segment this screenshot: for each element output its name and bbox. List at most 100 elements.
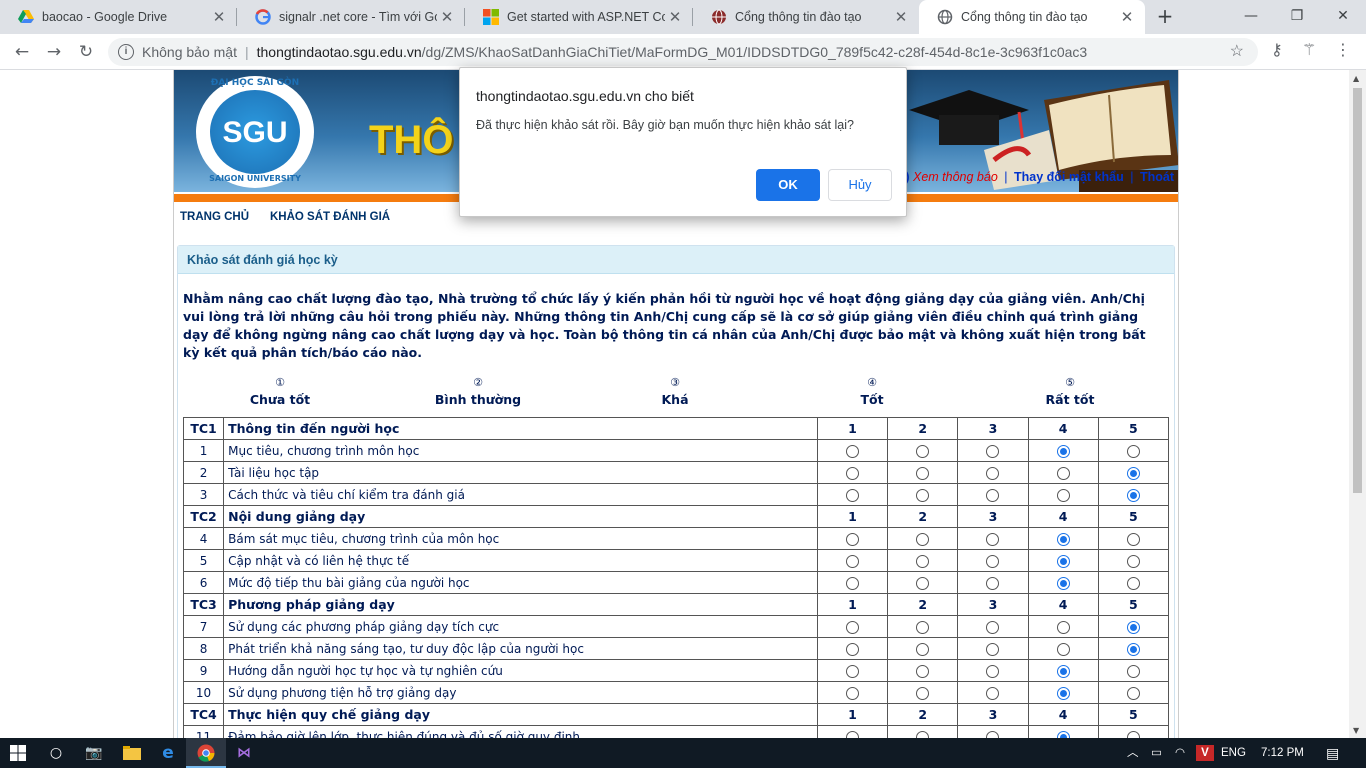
menu-item-survey[interactable]: KHẢO SÁT ĐÁNH GIÁ [270, 211, 390, 223]
windows-start-icon[interactable] [0, 738, 36, 768]
extension-icon[interactable]: ⚚ [1302, 40, 1316, 59]
rating-radio-2[interactable] [916, 466, 930, 480]
rating-radio-2[interactable] [916, 576, 930, 590]
rating-radio-3[interactable] [986, 576, 1000, 590]
chevron-up-icon[interactable]: ︿ [1127, 738, 1139, 768]
close-tab-icon[interactable]: ✕ [209, 8, 229, 26]
menu-dots-icon[interactable]: ⋮ [1335, 40, 1351, 59]
rating-radio-1[interactable] [846, 642, 859, 656]
key-icon[interactable]: ⚷ [1271, 40, 1283, 59]
rating-radio-3[interactable] [986, 444, 1000, 458]
back-arrow-icon[interactable]: ← [8, 38, 36, 66]
cancel-button[interactable]: Hủy [828, 169, 892, 201]
rating-radio-5[interactable] [1126, 664, 1140, 678]
wifi-icon[interactable]: ◠ [1175, 738, 1185, 768]
rating-radio-4[interactable] [1056, 686, 1070, 700]
url-host[interactable]: thongtindaotao.sgu.edu.vn [257, 44, 422, 60]
tab-sgu-portal-active[interactable]: Cổng thông tin đào tạo ✕ [919, 0, 1145, 34]
close-tab-icon[interactable]: ✕ [1117, 8, 1137, 26]
rating-radio-5[interactable] [1126, 466, 1140, 480]
chrome-icon[interactable] [186, 738, 226, 768]
tab-google-search[interactable]: signalr .net core - Tìm với Goo ✕ [237, 0, 465, 34]
new-tab-button[interactable]: + [1153, 5, 1177, 29]
rating-radio-2[interactable] [916, 664, 930, 678]
rating-radio-2[interactable] [916, 620, 930, 634]
rating-radio-2[interactable] [916, 444, 930, 458]
address-bar[interactable]: i Không bảo mật | thongtindaotao.sgu.edu… [108, 38, 1258, 66]
rating-radio-4[interactable] [1056, 554, 1070, 568]
rating-radio-4[interactable] [1056, 466, 1070, 480]
scroll-up-icon[interactable]: ▲ [1353, 74, 1359, 83]
rating-radio-3[interactable] [986, 554, 1000, 568]
language-indicator[interactable]: ENG [1221, 738, 1246, 768]
scrollbar-thumb[interactable] [1353, 88, 1362, 493]
rating-radio-2[interactable] [916, 642, 930, 656]
battery-icon[interactable]: ▭ [1151, 738, 1162, 768]
rating-radio-4[interactable] [1056, 620, 1070, 634]
info-icon[interactable]: i [118, 44, 134, 60]
rating-radio-5[interactable] [1126, 620, 1140, 634]
close-tab-icon[interactable]: ✕ [665, 8, 685, 26]
rating-radio-4[interactable] [1056, 488, 1070, 502]
page-scrollbar[interactable]: ▲ ▼ [1349, 70, 1366, 738]
rating-radio-1[interactable] [846, 730, 859, 738]
rating-radio-5[interactable] [1126, 488, 1140, 502]
action-center-icon[interactable]: ▤ [1326, 738, 1339, 768]
rating-radio-3[interactable] [986, 686, 1000, 700]
visual-studio-icon[interactable]: ⋈ [224, 738, 264, 768]
restore-icon[interactable]: ❐ [1282, 4, 1312, 28]
minimize-icon[interactable]: — [1236, 4, 1266, 28]
rating-radio-4[interactable] [1056, 576, 1070, 590]
rating-radio-1[interactable] [846, 664, 859, 678]
security-label[interactable]: Không bảo mật [142, 44, 237, 60]
search-circle-icon[interactable]: ○ [36, 738, 76, 768]
rating-radio-5[interactable] [1126, 576, 1140, 590]
reload-icon[interactable]: ↻ [72, 38, 100, 66]
view-notifications-link[interactable]: Xem thông báo [913, 170, 998, 184]
rating-radio-5[interactable] [1126, 444, 1140, 458]
rating-radio-1[interactable] [846, 576, 859, 590]
rating-radio-1[interactable] [846, 532, 859, 546]
clock[interactable]: 7:12 PM [1261, 738, 1304, 768]
rating-radio-2[interactable] [916, 730, 930, 738]
rating-radio-3[interactable] [986, 642, 1000, 656]
rating-radio-3[interactable] [986, 466, 1000, 480]
vietkey-icon[interactable]: V [1196, 745, 1214, 761]
scroll-down-icon[interactable]: ▼ [1353, 726, 1359, 735]
change-password-link[interactable]: Thay đổi mật khẩu [1014, 170, 1124, 184]
rating-radio-2[interactable] [916, 554, 930, 568]
edge-icon[interactable]: e [148, 738, 188, 768]
sgu-logo[interactable]: ĐẠI HỌC SÀI GÒN SGU SAIGON UNIVERSITY [196, 76, 314, 188]
rating-radio-5[interactable] [1126, 642, 1140, 656]
close-tab-icon[interactable]: ✕ [437, 8, 457, 26]
rating-radio-2[interactable] [916, 686, 930, 700]
rating-radio-4[interactable] [1056, 444, 1070, 458]
file-explorer-icon[interactable] [112, 738, 152, 768]
ok-button[interactable]: OK [756, 169, 820, 201]
camera-app-icon[interactable]: 📷 [74, 738, 114, 768]
rating-radio-2[interactable] [916, 532, 930, 546]
rating-radio-3[interactable] [986, 730, 1000, 738]
rating-radio-4[interactable] [1056, 642, 1070, 656]
rating-radio-3[interactable] [986, 664, 1000, 678]
tab-aspnet-docs[interactable]: Get started with ASP.NET Core ✕ [465, 0, 693, 34]
rating-radio-5[interactable] [1126, 554, 1140, 568]
rating-radio-1[interactable] [846, 488, 859, 502]
rating-radio-2[interactable] [916, 488, 930, 502]
rating-radio-1[interactable] [846, 620, 859, 634]
rating-radio-1[interactable] [846, 686, 859, 700]
rating-radio-5[interactable] [1126, 730, 1140, 738]
close-window-icon[interactable]: ✕ [1328, 4, 1358, 28]
rating-radio-3[interactable] [986, 532, 1000, 546]
close-tab-icon[interactable]: ✕ [891, 8, 911, 26]
rating-radio-4[interactable] [1056, 532, 1070, 546]
tab-google-drive[interactable]: baocao - Google Drive ✕ [0, 0, 237, 34]
forward-arrow-icon[interactable]: → [40, 38, 68, 66]
bookmark-star-icon[interactable]: ☆ [1230, 41, 1244, 61]
rating-radio-5[interactable] [1126, 532, 1140, 546]
tab-sgu-portal[interactable]: Cổng thông tin đào tạo ✕ [693, 0, 919, 34]
rating-radio-5[interactable] [1126, 686, 1140, 700]
url-path[interactable]: /dg/ZMS/KhaoSatDanhGiaChiTiet/MaFormDG_M… [422, 44, 1088, 60]
rating-radio-1[interactable] [846, 444, 859, 458]
rating-radio-3[interactable] [986, 620, 1000, 634]
